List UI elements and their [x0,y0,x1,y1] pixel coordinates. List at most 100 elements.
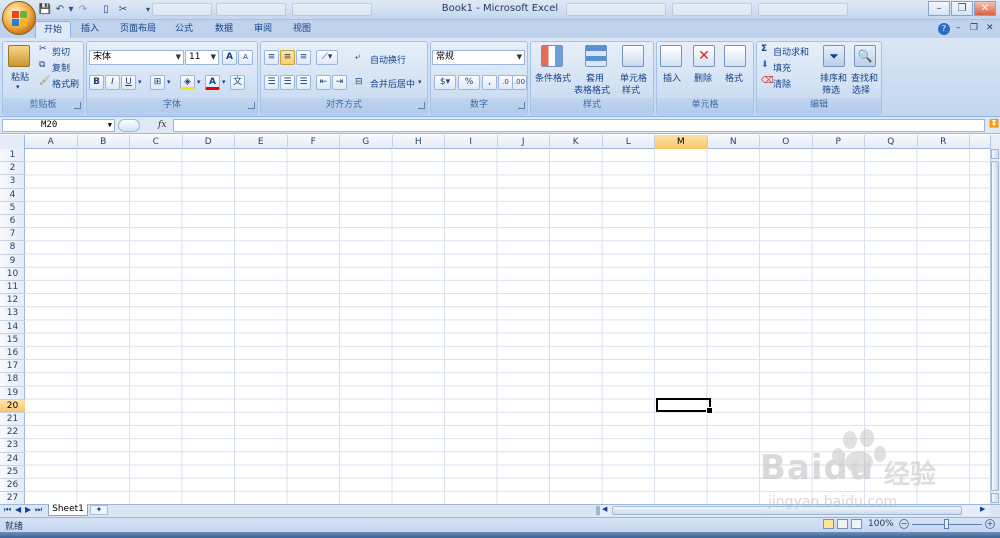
tools-icon[interactable]: ✂ [116,3,130,17]
row-header-8[interactable]: 8 [0,241,25,255]
conditional-formatting-label[interactable]: 条件格式 [535,71,571,84]
copy-icon[interactable]: ⧉ [39,60,45,70]
sort-filter-label-2[interactable]: 筛选 [822,83,840,96]
tab-formulas[interactable]: 公式 [168,21,200,38]
column-header-q[interactable]: Q [865,135,918,149]
find-select-label-2[interactable]: 选择 [852,83,870,96]
cut-icon[interactable]: ✂ [39,44,47,54]
formula-bar-expand-icon[interactable]: ⏬ [989,119,999,128]
clipboard-launcher-icon[interactable] [74,102,81,109]
restore-button[interactable]: ❐ [951,1,973,16]
insert-sheet-icon[interactable]: ✦ [90,505,108,515]
redo-icon[interactable]: ↷ [76,3,90,17]
column-header-d[interactable]: D [183,135,235,149]
sort-filter-icon[interactable]: ⏷ [823,45,845,67]
underline-dropdown-icon[interactable]: ▾ [138,78,142,86]
zoom-in-icon[interactable]: + [985,519,995,529]
format-cells-icon[interactable] [724,45,746,67]
last-sheet-icon[interactable]: ⏭ [35,505,42,515]
scroll-left-icon[interactable]: ◀ [602,505,607,513]
row-header-22[interactable]: 22 [0,426,25,440]
formula-input[interactable] [173,119,985,132]
merge-dropdown-icon[interactable]: ▾ [418,78,422,86]
scroll-down-icon[interactable] [991,493,999,503]
font-name-select[interactable]: 宋体 ▼ [89,50,184,65]
row-header-20[interactable]: 20 [0,399,25,413]
first-sheet-icon[interactable]: ⏮ [4,505,11,515]
merge-center-label[interactable]: 合并后居中 [370,77,415,90]
fill-color-dropdown-icon[interactable]: ▾ [197,78,201,86]
active-cell-selection[interactable] [656,398,713,414]
phonetic-icon[interactable]: 文 [230,75,245,90]
cell-styles-label-2[interactable]: 样式 [622,83,640,96]
new-icon[interactable]: ▯ [99,3,113,17]
font-color-dropdown-icon[interactable]: ▾ [222,78,226,86]
copy-label[interactable]: 复制 [52,61,70,74]
decrease-indent-icon[interactable]: ⇤ [316,75,331,90]
column-header-e[interactable]: E [235,135,288,149]
row-header-6[interactable]: 6 [0,215,25,229]
zoom-level[interactable]: 100% [868,519,894,529]
paste-dropdown-icon[interactable]: ▾ [16,83,20,91]
increase-decimal-icon[interactable]: .0 [498,75,513,90]
minimize-button[interactable]: – [928,1,950,16]
accounting-format-icon[interactable]: $▾ [434,75,456,90]
prev-sheet-icon[interactable]: ◀ [15,505,21,514]
tab-data[interactable]: 数据 [208,21,240,38]
column-header-p[interactable]: P [813,135,865,149]
format-cells-label[interactable]: 格式 [725,71,743,84]
column-header-l[interactable]: L [603,135,655,149]
tab-home[interactable]: 开始 [35,21,71,38]
column-header-k[interactable]: K [550,135,603,149]
align-right-icon[interactable]: ☰ [296,75,311,90]
tab-insert[interactable]: 插入 [74,21,106,38]
scroll-up-icon[interactable] [991,149,999,159]
row-header-16[interactable]: 16 [0,347,25,361]
vertical-scroll-thumb[interactable] [991,161,999,491]
conditional-formatting-icon[interactable] [541,45,563,67]
column-header-i[interactable]: I [445,135,498,149]
cut-label[interactable]: 剪切 [52,45,70,58]
comma-button[interactable]: , [482,75,497,90]
column-header-g[interactable]: G [340,135,393,149]
normal-view-icon[interactable] [823,519,834,529]
alignment-launcher-icon[interactable] [418,102,425,109]
column-header-h[interactable]: H [393,135,445,149]
row-header-5[interactable]: 5 [0,202,25,215]
decrease-decimal-icon[interactable]: .00 [512,75,527,90]
office-button[interactable] [2,1,36,35]
bold-button[interactable]: B [89,75,104,90]
format-painter-icon[interactable]: 🖌 [39,76,50,86]
increase-indent-icon[interactable]: ⇥ [332,75,347,90]
format-painter-label[interactable]: 格式刷 [52,77,79,90]
column-header-o[interactable]: O [760,135,813,149]
tab-page-layout[interactable]: 页面布局 [112,21,164,38]
row-header-1[interactable]: 1 [0,149,25,163]
next-sheet-icon[interactable]: ▶ [25,505,31,514]
align-bottom-icon[interactable]: ≡ [296,50,311,65]
select-all-corner[interactable] [0,135,25,149]
row-header-21[interactable]: 21 [0,413,25,427]
shrink-font-button[interactable]: A [238,50,253,65]
workbook-close-icon[interactable]: ✕ [986,23,994,33]
borders-icon[interactable]: ⊞ [150,75,165,90]
font-color-icon[interactable]: A [205,75,220,90]
sheet-tab-sheet1[interactable]: Sheet1 [48,504,88,516]
row-header-23[interactable]: 23 [0,439,25,453]
number-launcher-icon[interactable] [518,102,525,109]
column-header-m[interactable]: M [655,135,708,149]
row-header-12[interactable]: 12 [0,294,25,308]
row-header-19[interactable]: 19 [0,387,25,400]
column-header-n[interactable]: N [708,135,760,149]
find-select-icon[interactable]: 🔍 [854,45,876,67]
column-header-c[interactable]: C [130,135,183,149]
row-header-3[interactable]: 3 [0,175,25,189]
close-button[interactable]: ✕ [974,1,996,16]
column-header-a[interactable]: A [25,135,78,149]
format-as-table-icon[interactable] [585,45,607,67]
paste-label[interactable]: 粘贴 [11,70,29,83]
row-header-24[interactable]: 24 [0,453,25,466]
fill-label[interactable]: 填充 [773,61,791,74]
paste-icon[interactable] [8,45,30,67]
page-break-view-icon[interactable] [851,519,862,529]
